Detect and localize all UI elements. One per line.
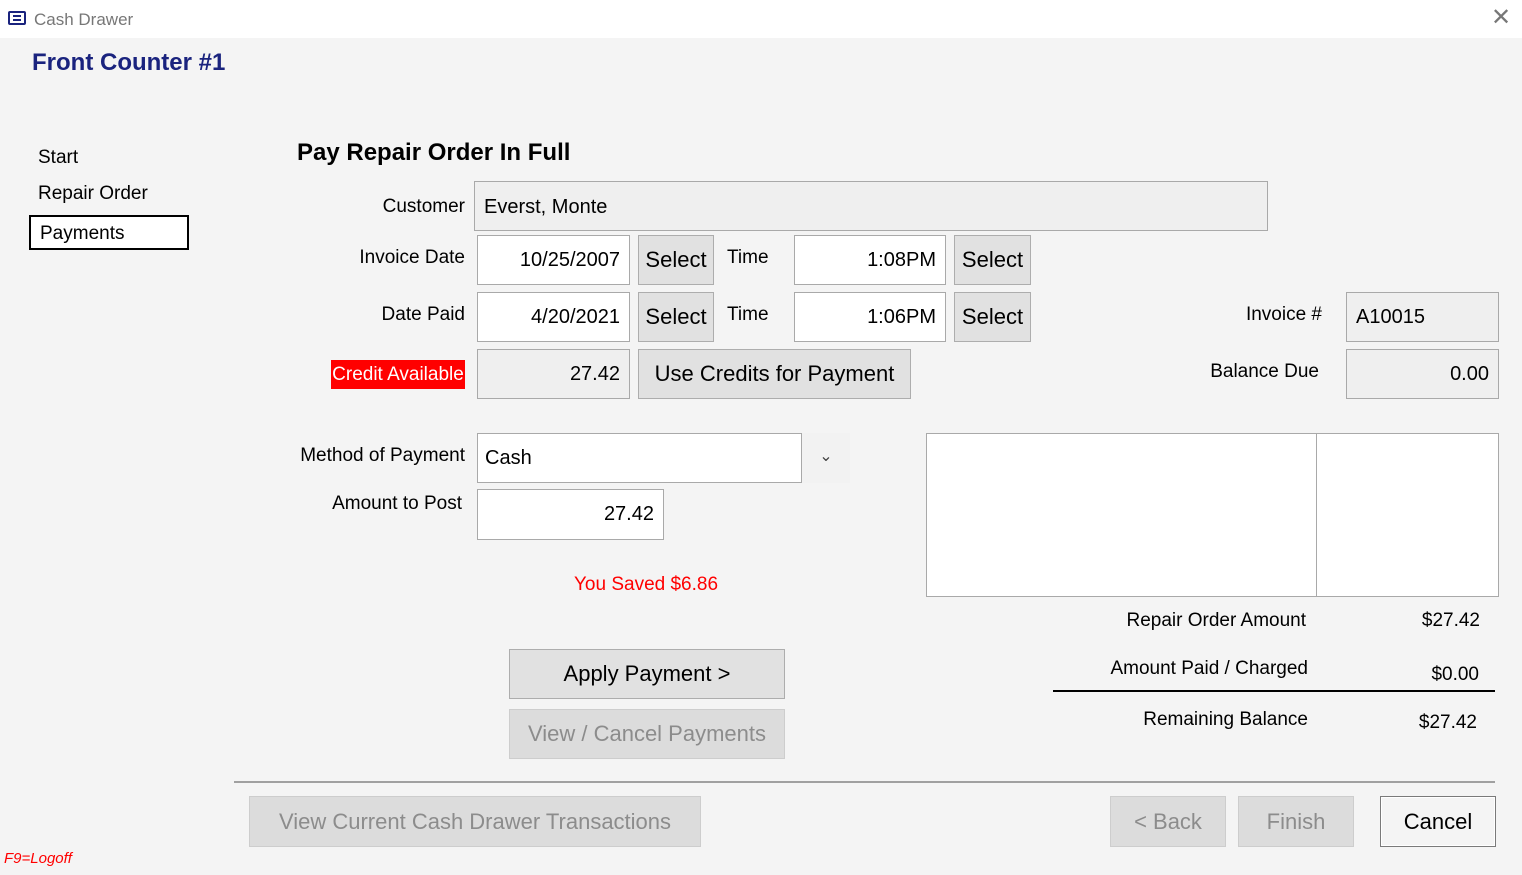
repair-order-amount-label: Repair Order Amount — [1126, 610, 1306, 631]
method-of-payment-select[interactable]: Cash — [477, 433, 850, 483]
use-credits-button[interactable]: Use Credits for Payment — [638, 349, 911, 399]
section-title: Pay Repair Order In Full — [297, 139, 571, 166]
invoice-time-label: Time — [727, 247, 769, 268]
amount-to-post-field[interactable]: 27.42 — [477, 489, 664, 540]
payments-list[interactable] — [926, 433, 1499, 597]
window-title: Cash Drawer — [34, 10, 134, 29]
invoice-date-label: Invoice Date — [359, 247, 465, 268]
chevron-down-icon[interactable]: ⌄ — [801, 433, 850, 483]
view-cancel-payments-button[interactable]: View / Cancel Payments — [509, 709, 785, 759]
amount-to-post-label: Amount to Post — [332, 493, 462, 514]
method-of-payment-label: Method of Payment — [300, 445, 465, 466]
customer-label: Customer — [382, 196, 465, 217]
payments-list-column-divider — [1316, 434, 1317, 596]
date-paid-label: Date Paid — [381, 304, 465, 325]
amount-paid-value: $0.00 — [1431, 664, 1479, 685]
date-paid-select-button[interactable]: Select — [638, 292, 714, 342]
balance-due-field[interactable]: 0.00 — [1346, 349, 1499, 399]
paid-time-select-button[interactable]: Select — [954, 292, 1031, 342]
repair-order-amount-value: $27.42 — [1421, 610, 1480, 631]
title-bar — [0, 0, 1522, 38]
invoice-number-label: Invoice # — [1245, 304, 1322, 325]
window-app-icon — [8, 11, 26, 25]
back-button[interactable]: < Back — [1110, 796, 1226, 847]
nav-item-repair-order[interactable]: Repair Order — [29, 177, 189, 212]
date-paid-field[interactable]: 4/20/2021 — [477, 292, 630, 342]
logoff-hint: F9=Logoff — [4, 850, 72, 867]
nav-item-start[interactable]: Start — [29, 141, 189, 176]
amount-paid-label: Amount Paid / Charged — [1110, 658, 1308, 679]
invoice-number-field[interactable]: A10015 — [1346, 292, 1499, 342]
summary-divider — [1053, 690, 1495, 692]
close-icon[interactable]: ✕ — [1487, 4, 1515, 32]
cancel-button[interactable]: Cancel — [1380, 796, 1496, 847]
invoice-date-select-button[interactable]: Select — [638, 235, 714, 285]
view-transactions-button[interactable]: View Current Cash Drawer Transactions — [249, 796, 701, 847]
finish-button[interactable]: Finish — [1238, 796, 1354, 847]
invoice-date-field[interactable]: 10/25/2007 — [477, 235, 630, 285]
apply-payment-button[interactable]: Apply Payment > — [509, 649, 785, 699]
savings-message: You Saved $6.86 — [574, 574, 719, 595]
customer-field[interactable]: Everst, Monte — [474, 181, 1268, 231]
paid-time-label: Time — [727, 304, 769, 325]
credit-available-label: Credit Available — [331, 360, 465, 389]
paid-time-field[interactable]: 1:06PM — [794, 292, 946, 342]
balance-due-label: Balance Due — [1210, 361, 1319, 382]
remaining-balance-label: Remaining Balance — [1143, 709, 1308, 730]
nav-item-payments[interactable]: Payments — [29, 215, 189, 250]
remaining-balance-value: $27.42 — [1418, 712, 1477, 733]
footer-divider — [234, 781, 1495, 783]
invoice-time-field[interactable]: 1:08PM — [794, 235, 946, 285]
credit-available-field[interactable]: 27.42 — [477, 349, 630, 399]
counter-name: Front Counter #1 — [32, 49, 226, 76]
invoice-time-select-button[interactable]: Select — [954, 235, 1031, 285]
